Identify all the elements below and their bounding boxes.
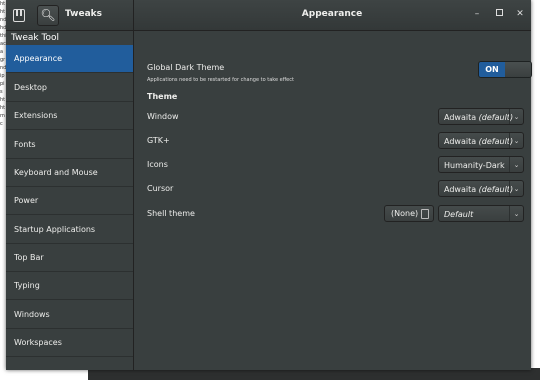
sidebar-item-label: Startup Applications [14, 225, 96, 234]
shell-theme-value: Default [444, 210, 474, 219]
shell-theme-select[interactable]: Default ⌄ [438, 205, 524, 222]
switch-on-label: ON [479, 62, 505, 77]
sidebar-header: Tweak Tool [11, 33, 59, 43]
sidebar-item-windows[interactable]: Windows [6, 301, 133, 329]
icons-theme-value: Humanity-Dark [444, 161, 505, 170]
sidebar-item-typing[interactable]: Typing [6, 272, 133, 300]
gtk-theme-select[interactable]: Adwaita (default) ⌄ [438, 132, 524, 149]
icons-theme-select[interactable]: Humanity-Dark ⌄ [438, 156, 524, 173]
sidebar-item-workspaces[interactable]: Workspaces [6, 329, 133, 357]
chevron-down-icon: ⌄ [509, 109, 523, 124]
switch-knob [505, 62, 531, 77]
sidebar-item-desktop[interactable]: Desktop [6, 74, 133, 102]
file-icon [421, 209, 429, 219]
search-button[interactable]: 🔍︎ [37, 5, 59, 26]
tweaks-window: 🔍︎ Tweaks Appearance – ✕ Appearance Desk… [6, 0, 532, 370]
sidebar-item-label: Power [14, 196, 39, 205]
shell-theme-file-button[interactable]: (None) [384, 205, 434, 222]
sidebar-item-keyboard-and-mouse[interactable]: Keyboard and Mouse [6, 159, 133, 187]
window-theme-default-tag: (default) [478, 113, 514, 122]
tweak-tool-app-icon [13, 9, 25, 22]
gtk-theme-value: Adwaita (default) [444, 133, 513, 150]
chevron-down-icon: ⌄ [509, 133, 523, 148]
shell-theme-label: Shell theme [147, 209, 195, 218]
sidebar-item-label: Extensions [14, 111, 58, 120]
sidebar-item-label: Typing [14, 281, 40, 290]
window-theme-name: Adwaita [444, 113, 477, 122]
sidebar-item-startup-applications[interactable]: Startup Applications [6, 216, 133, 244]
chevron-down-icon: ⌄ [509, 157, 523, 172]
app-title: Tweaks [65, 9, 102, 19]
window-theme-select[interactable]: Adwaita (default) ⌄ [438, 108, 524, 125]
window-theme-label: Window [147, 112, 179, 121]
sidebar-item-top-bar[interactable]: Top Bar [6, 244, 133, 272]
sidebar-item-label: Appearance [14, 54, 63, 63]
chevron-down-icon: ⌄ [509, 181, 523, 196]
cursor-theme-select[interactable]: Adwaita (default) ⌄ [438, 180, 524, 197]
close-button[interactable]: ✕ [514, 8, 526, 20]
sidebar-item-label: Workspaces [14, 338, 62, 347]
chevron-down-icon: ⌄ [509, 206, 523, 221]
sidebar-item-label: Desktop [14, 83, 47, 92]
gtk-theme-label: GTK+ [147, 136, 170, 145]
cursor-theme-default-tag: (default) [478, 185, 514, 194]
maximize-icon [495, 9, 503, 16]
search-icon: 🔍︎ [40, 8, 56, 22]
maximize-button[interactable] [493, 8, 505, 20]
minimize-button[interactable]: – [471, 8, 483, 20]
cursor-theme-label: Cursor [147, 184, 174, 193]
sidebar-item-label: Windows [14, 310, 50, 319]
titlebar[interactable]: 🔍︎ Tweaks Appearance – ✕ [6, 0, 531, 31]
window-theme-value: Adwaita (default) [444, 109, 513, 126]
sidebar-item-fonts[interactable]: Fonts [6, 131, 133, 159]
close-icon: ✕ [516, 9, 524, 19]
sidebar-item-label: Fonts [14, 140, 36, 149]
sidebar-item-label: Top Bar [14, 253, 44, 262]
gtk-theme-default-tag: (default) [478, 137, 514, 146]
sidebar: Appearance Desktop Extensions Fonts Keyb… [6, 31, 134, 370]
theme-section-heading: Theme [147, 92, 178, 101]
sidebar-item-power[interactable]: Power [6, 187, 133, 215]
cursor-theme-value: Adwaita (default) [444, 181, 513, 198]
gtk-theme-name: Adwaita [444, 137, 477, 146]
cursor-theme-name: Adwaita [444, 185, 477, 194]
sidebar-item-label: Keyboard and Mouse [14, 168, 98, 177]
shell-theme-none-label: (None) [391, 209, 419, 218]
icons-theme-label: Icons [147, 160, 168, 169]
sidebar-item-extensions[interactable]: Extensions [6, 102, 133, 130]
minimize-icon: – [474, 9, 480, 19]
titlebar-left-section: 🔍︎ Tweaks [6, 0, 134, 30]
global-dark-theme-switch[interactable]: ON [478, 61, 532, 78]
global-dark-theme-note: Applications need to be restarted for ch… [147, 77, 294, 83]
global-dark-theme-label: Global Dark Theme [147, 63, 225, 72]
sidebar-item-appearance[interactable]: Appearance [6, 45, 133, 73]
